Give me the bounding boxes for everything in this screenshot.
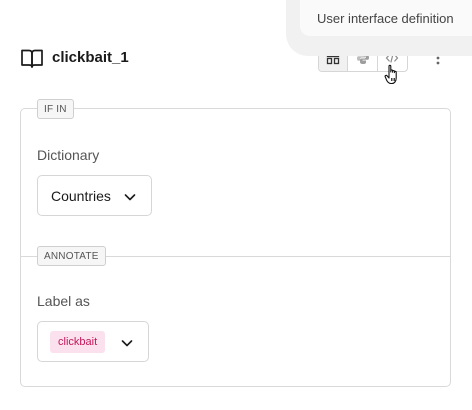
label-pill: clickbait — [50, 330, 106, 353]
rule-editor: clickbait_1 User interface definition IF… — [0, 0, 472, 410]
chevron-down-icon — [121, 340, 133, 347]
label-select[interactable]: clickbait — [37, 321, 149, 362]
dictionary-label: Dictionary — [37, 147, 100, 163]
rule-card: IF IN Dictionary Countries ANNOTATE Labe… — [20, 99, 451, 387]
tooltip-text: User interface definition — [317, 10, 454, 26]
hand-pointer-cursor-icon — [384, 64, 397, 85]
book-open-icon — [21, 49, 43, 68]
dictionary-selected-value: Countries — [51, 187, 111, 204]
label-as-label: Label as — [37, 293, 90, 309]
chevron-down-icon — [124, 194, 136, 201]
rule-title: clickbait_1 — [52, 49, 129, 66]
dictionary-select[interactable]: Countries — [37, 175, 152, 216]
tooltip: User interface definition — [300, 0, 472, 36]
condition-section-tag: IF IN — [37, 99, 74, 119]
action-section-tag: ANNOTATE — [37, 246, 106, 266]
